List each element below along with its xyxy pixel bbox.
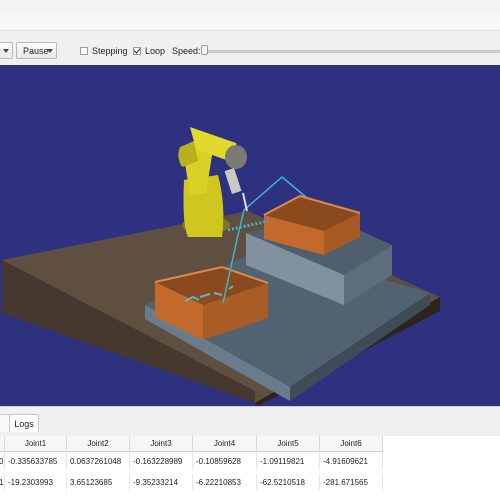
table-cell-row1-joint6[interactable]: -281.671565 [320,474,383,490]
playback-toolbar: Pause Stepping Loop Speed: [0,38,500,64]
loop-checkbox[interactable] [133,47,141,55]
table-cell-row0-joint5[interactable]: -1.09119821 [257,453,320,469]
bottom-tab-bar: Logs [0,406,500,433]
table-header-joint3: Joint3 [130,436,193,452]
loop-label: Loop [145,46,166,56]
play-button[interactable] [0,42,13,59]
robot-tool [224,168,242,194]
3d-viewport[interactable] [0,65,500,406]
table-cell-row1-joint5[interactable]: -62.5210518 [257,474,320,490]
table-header-joint5: Joint5 [257,436,320,452]
table-header-joint4: Joint4 [193,436,257,452]
table-cell-row0-joint3[interactable]: -0.163228989 [130,453,193,469]
tab-logs-label: Logs [14,418,34,429]
table-cell-row0-joint1[interactable]: -0.335633785 [5,453,67,469]
robot-cell-scene [2,127,440,406]
table-header-joint2: Joint2 [67,436,130,452]
speed-slider-track[interactable] [205,50,500,53]
table-header-joint1: Joint1 [5,436,67,452]
chevron-down-icon [47,49,53,53]
robot-wrist [225,145,247,169]
joint-values-table: Joint1 Joint2 Joint3 Joint4 Joint5 Joint… [0,436,500,500]
chevron-down-icon [3,49,9,53]
speed-label: Speed: [172,46,201,56]
tab-logs[interactable]: Logs [9,414,39,432]
table-cell-row1-joint1[interactable]: -19.2303993 [5,474,67,490]
menu-bar [0,14,500,31]
table-cell-row0-joint4[interactable]: -0.10859628 [193,453,257,469]
table-cell-row0-joint2[interactable]: 0.0637261048 [67,453,130,469]
pause-button[interactable]: Pause [16,42,57,59]
speed-slider-handle[interactable] [201,45,208,55]
stepping-checkbox[interactable] [80,47,88,55]
table-cell-row1-joint4[interactable]: -6.22210853 [193,474,257,490]
stepping-label: Stepping [92,46,128,56]
table-header-joint6: Joint6 [320,436,383,452]
table-cell-row1-joint3[interactable]: -9.35233214 [130,474,193,490]
table-cell-row0-joint6[interactable]: -4.91609621 [320,453,383,469]
table-cell-row1-joint2[interactable]: 3.65123685 [67,474,130,490]
window-title-bar [0,0,500,15]
pause-button-label: Pause [23,45,49,56]
